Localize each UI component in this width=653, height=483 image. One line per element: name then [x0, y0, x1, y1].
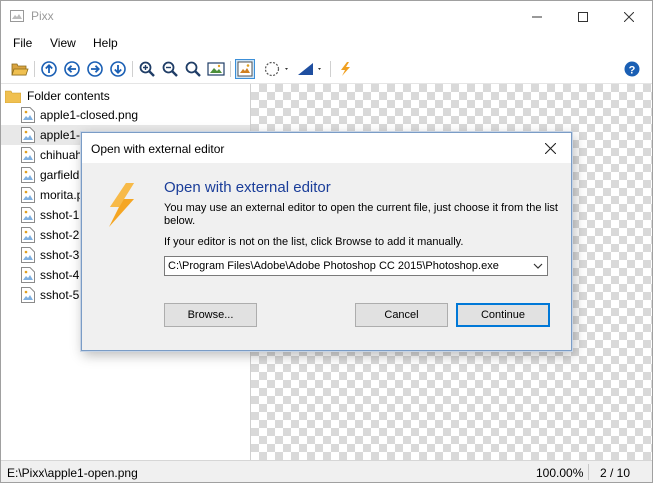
arrow-down-icon [110, 61, 126, 77]
file-name: sshot-3. [40, 248, 83, 262]
image-file-icon [21, 107, 35, 123]
next-image-button[interactable] [85, 59, 105, 79]
external-editor-button[interactable] [335, 59, 355, 79]
color-dropdown[interactable] [295, 59, 325, 79]
zoom-out-button[interactable] [160, 59, 180, 79]
zoom-in-button[interactable] [137, 59, 157, 79]
zoom-fit-icon [185, 61, 201, 77]
arrow-right-icon [87, 61, 103, 77]
editor-select-value: C:\Program Files\Adobe\Adobe Photoshop C… [168, 260, 499, 272]
image-file-icon [21, 167, 35, 183]
image-file-icon [21, 207, 35, 223]
editor-select[interactable]: C:\Program Files\Adobe\Adobe Photoshop C… [164, 256, 548, 276]
toolbar-separator [132, 61, 133, 77]
file-name: sshot-2. [40, 228, 83, 242]
file-name: apple1-closed.png [40, 108, 139, 122]
image-file-icon [21, 267, 35, 283]
navigate-up-button[interactable] [39, 59, 59, 79]
status-file-path: E:\Pixx\apple1-open.png [7, 466, 138, 480]
previous-image-button[interactable] [62, 59, 82, 79]
image-file-icon [21, 247, 35, 263]
cancel-button[interactable]: Cancel [355, 303, 448, 327]
lightning-bolt-icon [109, 183, 134, 227]
app-icon [10, 10, 24, 22]
zoom-out-icon [162, 61, 178, 77]
folder-root[interactable]: Folder contents [5, 87, 110, 105]
maximize-icon [578, 11, 588, 22]
toolbar-separator [230, 61, 231, 77]
zoom-fit-button[interactable] [183, 59, 203, 79]
continue-button[interactable]: Continue [456, 303, 550, 327]
menu-view[interactable]: View [50, 36, 76, 50]
toolbar-separator [330, 61, 331, 77]
selection-dropdown[interactable] [262, 59, 292, 79]
file-name: garfield. [40, 168, 83, 182]
selection-icon [264, 61, 288, 77]
dialog-description: You may use an external editor to open t… [164, 202, 558, 227]
file-name: sshot-1. [40, 208, 83, 222]
menu-help[interactable]: Help [93, 36, 118, 50]
image-file-icon [21, 287, 35, 303]
image-file-icon [21, 147, 35, 163]
folder-icon [5, 90, 21, 103]
minimize-icon [532, 16, 542, 17]
dialog-close-button[interactable] [533, 135, 567, 161]
close-icon [544, 142, 556, 154]
zoom-in-icon [139, 61, 155, 77]
chevron-down-icon [533, 263, 543, 269]
view-mode-button[interactable] [235, 59, 255, 79]
toolbar-separator [34, 61, 35, 77]
menu-bar: File View Help [1, 32, 652, 54]
browse-button[interactable]: Browse... [164, 303, 257, 327]
view-mode-icon [237, 61, 253, 77]
image-file-icon [21, 127, 35, 143]
status-zoom: 100.00% [536, 466, 584, 480]
dialog-title: Open with external editor [91, 142, 225, 156]
close-icon [624, 11, 634, 22]
file-name: morita.p [40, 188, 84, 202]
maximize-button[interactable] [560, 1, 606, 32]
close-button[interactable] [606, 1, 652, 32]
dialog-hint: If your editor is not on the list, click… [164, 236, 464, 248]
title-bar: Pixx [1, 1, 652, 32]
svg-text:?: ? [629, 64, 636, 76]
dialog-title-bar: Open with external editor [82, 133, 571, 163]
status-bar: E:\Pixx\apple1-open.png 100.00% 2 / 10 [1, 460, 652, 482]
dialog-heading: Open with external editor [164, 179, 331, 196]
fit-window-button[interactable] [206, 59, 226, 79]
open-folder-button[interactable] [10, 59, 30, 79]
file-name: chihuah [40, 148, 83, 162]
navigate-down-button[interactable] [108, 59, 128, 79]
external-editor-dialog: Open with external editor Open with exte… [81, 132, 572, 351]
minimize-button[interactable] [514, 1, 560, 32]
open-folder-icon [11, 63, 29, 76]
folder-root-label: Folder contents [27, 89, 110, 103]
file-name: sshot-4. [40, 268, 83, 282]
window-title: Pixx [31, 9, 54, 23]
menu-file[interactable]: File [13, 36, 32, 50]
status-separator [588, 464, 589, 480]
color-icon [298, 63, 321, 75]
status-page-count: 2 / 10 [600, 466, 631, 480]
image-file-icon [21, 187, 35, 203]
file-item[interactable]: apple1-closed.png [21, 105, 249, 125]
fit-window-icon [207, 62, 225, 76]
file-name: sshot-5. [40, 288, 83, 302]
external-editor-icon [341, 62, 350, 76]
arrow-up-icon [41, 61, 57, 77]
image-file-icon [21, 227, 35, 243]
help-button[interactable]: ? [622, 59, 642, 79]
toolbar: ? [1, 55, 652, 84]
arrow-left-icon [64, 61, 80, 77]
help-icon: ? [624, 61, 640, 77]
